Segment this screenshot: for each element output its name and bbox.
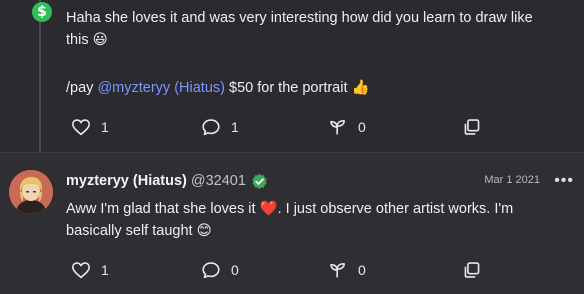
- sprout-button[interactable]: 0: [328, 118, 366, 136]
- copy-icon: [464, 119, 480, 135]
- verified-icon: [252, 173, 267, 189]
- post-top: $ Haha she loves it and was very interes…: [0, 0, 584, 152]
- comment-button[interactable]: 1: [201, 118, 239, 136]
- pay-mention-link[interactable]: @myzteryy (Hiatus): [97, 80, 225, 96]
- post-message: Haha she loves it and was very interesti…: [66, 7, 571, 51]
- heart-emoji: ❤️: [259, 201, 278, 217]
- comment-count: 0: [231, 262, 239, 278]
- like-button[interactable]: 1: [71, 118, 109, 136]
- thumbs-up-emoji: 👍: [351, 80, 370, 96]
- sprout-button[interactable]: 0: [328, 261, 366, 279]
- avatar[interactable]: [9, 170, 53, 214]
- reply-message: Aww I'm glad that she loves it ❤️. I jus…: [66, 198, 566, 242]
- comment-button[interactable]: 0: [201, 261, 239, 279]
- comment-icon: [202, 262, 220, 279]
- cash-app-icon: $: [32, 2, 52, 22]
- avatar-image: [9, 170, 53, 214]
- comment-count: 1: [231, 119, 239, 135]
- reply-line-1b: . I just observe other artist works. I'm: [277, 201, 514, 217]
- pay-command: /pay: [66, 80, 94, 96]
- thread-line: [39, 0, 41, 152]
- copy-button[interactable]: [463, 261, 481, 279]
- comment-icon: [202, 119, 220, 136]
- grin-emoji: 😃: [92, 32, 108, 48]
- pay-text: $50 for the portrait: [229, 80, 348, 96]
- message-line-2: this: [66, 32, 89, 48]
- smile-emoji: 😊: [196, 223, 212, 239]
- pay-line: /pay @myzteryy (Hiatus) $50 for the port…: [66, 77, 370, 99]
- copy-icon: [464, 262, 480, 278]
- post-actions: 1 1 0: [66, 118, 486, 138]
- sprout-icon: [330, 263, 345, 278]
- copy-button[interactable]: [463, 118, 481, 136]
- reply-actions: 1 0 0: [66, 261, 486, 281]
- like-count: 1: [101, 119, 109, 135]
- reply-line-2: basically self taught: [66, 223, 193, 239]
- like-button[interactable]: 1: [71, 261, 109, 279]
- like-count: 1: [101, 262, 109, 278]
- message-line-1: Haha she loves it and was very interesti…: [66, 10, 533, 26]
- author-line: myzteryy (Hiatus) @32401: [66, 171, 268, 191]
- sprout-count: 0: [358, 119, 366, 135]
- author-name[interactable]: myzteryy (Hiatus): [66, 171, 187, 191]
- sprout-count: 0: [358, 262, 366, 278]
- more-icon[interactable]: •••: [554, 172, 574, 190]
- sprout-icon: [330, 120, 345, 135]
- post-date: Mar 1 2021: [484, 174, 540, 186]
- reply-line-1a: Aww I'm glad that she loves it: [66, 201, 256, 217]
- post-reply: myzteryy (Hiatus) @32401 Mar 1 2021 ••• …: [0, 153, 584, 294]
- heart-icon: [71, 262, 91, 279]
- heart-icon: [71, 119, 91, 136]
- author-handle[interactable]: @32401: [191, 171, 246, 191]
